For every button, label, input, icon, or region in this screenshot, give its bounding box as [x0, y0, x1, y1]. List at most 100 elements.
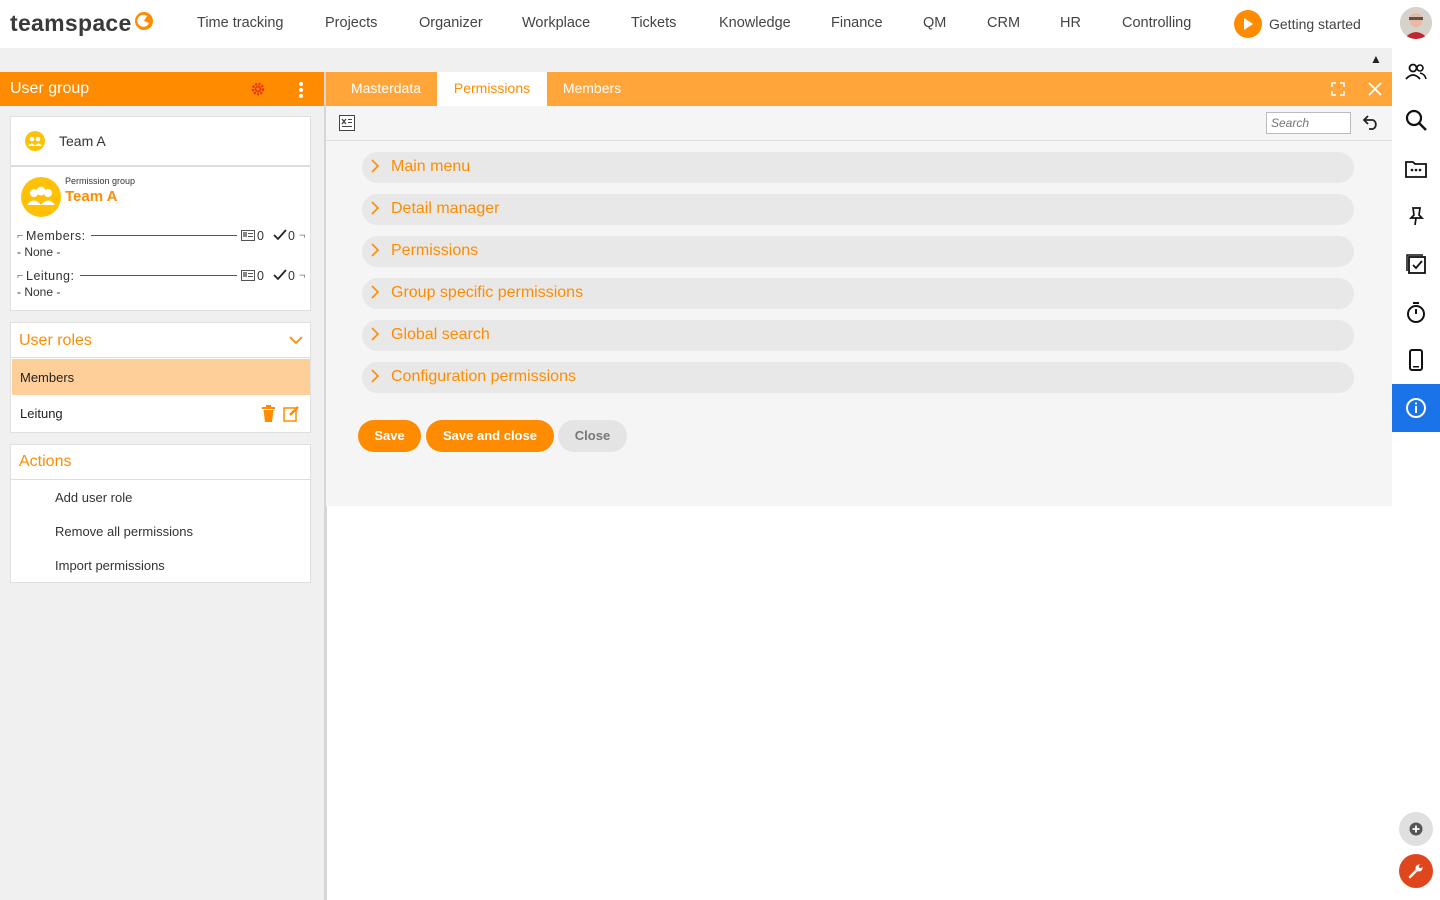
team-icon: [25, 131, 45, 151]
nav-qm[interactable]: QM: [923, 15, 946, 31]
check-icon: [273, 269, 287, 281]
group-card-separator: [10, 165, 311, 167]
info-icon: [1406, 398, 1426, 418]
play-icon: [1234, 10, 1262, 38]
action-add-user-role[interactable]: Add user role: [55, 490, 132, 505]
contacts-button[interactable]: [1392, 48, 1440, 96]
action-import-permissions[interactable]: Import permissions: [55, 558, 165, 573]
section-label: Detail manager: [391, 200, 500, 217]
members-value: - None -: [17, 245, 61, 259]
section-label: Group specific permissions: [391, 284, 584, 301]
permission-group-caption: Permission group: [65, 176, 136, 186]
permission-group-icon: [21, 177, 61, 217]
chevron-right-icon: [371, 201, 380, 215]
timer-button[interactable]: [1392, 288, 1440, 336]
group-name: Team A: [59, 133, 106, 149]
info-button[interactable]: [1392, 384, 1440, 432]
tools-button[interactable]: [1399, 854, 1433, 888]
contact-card-icon: [241, 270, 255, 281]
lead-line: [80, 275, 237, 276]
nav-finance[interactable]: Finance: [831, 15, 883, 31]
mobile-button[interactable]: [1392, 336, 1440, 384]
section-detail-manager[interactable]: Detail manager: [362, 194, 1354, 225]
chevron-right-icon: [371, 159, 380, 173]
chevron-down-icon[interactable]: [289, 336, 303, 345]
corner-right-icon: ¬: [299, 270, 306, 282]
save-button[interactable]: Save: [358, 420, 421, 452]
user-avatar[interactable]: [1400, 7, 1432, 39]
close-button[interactable]: Close: [558, 420, 627, 452]
close-icon[interactable]: [1368, 82, 1382, 96]
section-group-specific-permissions[interactable]: Group specific permissions: [362, 278, 1354, 309]
section-global-search[interactable]: Global search: [362, 320, 1354, 351]
actions-separator: [10, 479, 311, 480]
action-remove-all-permissions[interactable]: Remove all permissions: [55, 524, 193, 539]
tab-masterdata[interactable]: Masterdata: [336, 72, 436, 106]
nav-tickets[interactable]: Tickets: [631, 15, 676, 31]
save-and-close-button[interactable]: Save and close: [426, 420, 554, 452]
people-icon: [1405, 63, 1427, 80]
folder-icon: [1405, 161, 1427, 178]
check-icon: [273, 229, 287, 241]
pin-button[interactable]: [1392, 192, 1440, 240]
role-item-label: Members: [20, 370, 75, 385]
left-header: User group: [0, 72, 324, 106]
nav-knowledge[interactable]: Knowledge: [719, 15, 791, 31]
contact-card-icon: [241, 230, 255, 241]
section-label: Configuration permissions: [391, 368, 576, 385]
members-count-a: 0: [257, 229, 264, 243]
corner-right-icon: ¬: [299, 230, 306, 242]
nav-projects[interactable]: Projects: [325, 15, 377, 31]
getting-started-button[interactable]: Getting started: [1234, 10, 1361, 38]
nav-time-tracking[interactable]: Time tracking: [197, 15, 283, 31]
corner-left-icon: ⌐: [17, 230, 24, 242]
folder-button[interactable]: [1392, 144, 1440, 192]
actions-title: Actions: [19, 453, 72, 470]
wrench-icon: [1408, 864, 1423, 879]
lead-label: Leitung:: [26, 269, 75, 283]
mobile-phone-icon: [1409, 349, 1423, 371]
stopwatch-icon: [1407, 302, 1425, 323]
maximize-icon[interactable]: [1331, 82, 1345, 96]
delete-icon[interactable]: [262, 405, 275, 422]
edit-icon[interactable]: [283, 405, 300, 422]
collapse-band: [0, 48, 1392, 72]
section-main-menu[interactable]: Main menu: [362, 152, 1354, 183]
checklist-icon: [1406, 254, 1426, 274]
search-button[interactable]: [1392, 96, 1440, 144]
tab-members[interactable]: Members: [552, 72, 632, 106]
role-item-label: Leitung: [20, 406, 63, 421]
add-widget-button[interactable]: [1399, 812, 1433, 846]
settings-gear-icon[interactable]: [250, 81, 266, 97]
avatar-icon: [1400, 7, 1432, 39]
permission-group-name[interactable]: Team A: [65, 188, 118, 205]
nav-controlling[interactable]: Controlling: [1122, 15, 1191, 31]
more-vertical-icon[interactable]: [298, 81, 304, 99]
collapse-up-icon[interactable]: ▲: [1370, 52, 1382, 66]
tab-permissions[interactable]: Permissions: [437, 72, 547, 106]
section-label: Global search: [391, 326, 490, 343]
search-icon: [1405, 109, 1427, 131]
role-item-members[interactable]: Members: [12, 359, 310, 395]
user-roles-title: User roles: [19, 332, 92, 349]
logo[interactable]: teamspace: [10, 10, 154, 37]
undo-icon[interactable]: [1362, 114, 1380, 130]
lead-value: - None -: [17, 285, 61, 299]
section-label: Main menu: [391, 158, 471, 175]
logo-mark-icon: [134, 12, 153, 30]
section-permissions[interactable]: Permissions: [362, 236, 1354, 267]
search-input[interactable]: [1266, 112, 1351, 134]
logo-text: teamspace: [10, 10, 132, 36]
nav-organizer[interactable]: Organizer: [419, 15, 483, 31]
nav-hr[interactable]: HR: [1060, 15, 1081, 31]
nav-workplace[interactable]: Workplace: [522, 15, 590, 31]
section-configuration-permissions[interactable]: Configuration permissions: [362, 362, 1354, 393]
chevron-right-icon: [371, 369, 380, 383]
nav-crm[interactable]: CRM: [987, 15, 1020, 31]
getting-started-label: Getting started: [1269, 16, 1361, 32]
excel-export-icon[interactable]: [339, 115, 355, 131]
tasks-button[interactable]: [1392, 240, 1440, 288]
chevron-right-icon: [371, 327, 380, 341]
plus-circle-icon: [1409, 822, 1423, 836]
chevron-right-icon: [371, 285, 380, 299]
